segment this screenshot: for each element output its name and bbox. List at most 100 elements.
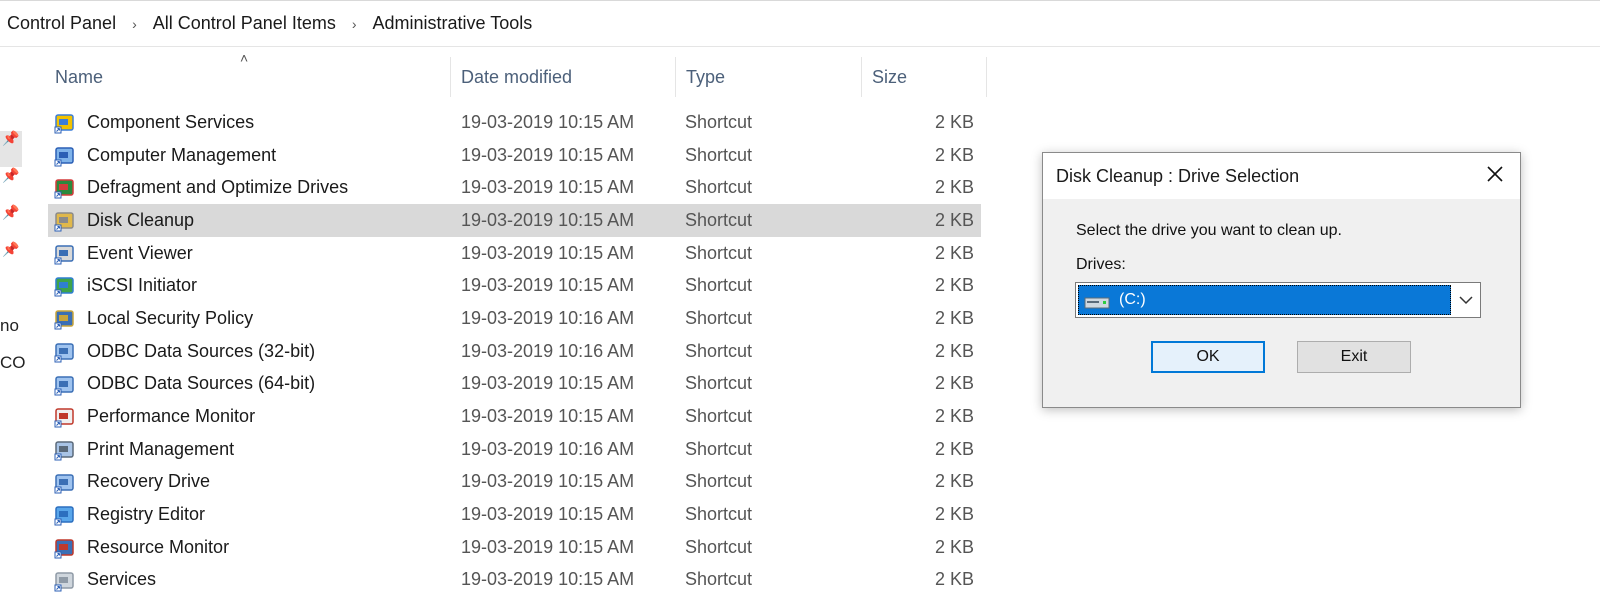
column-divider[interactable] [861,57,862,97]
file-type: Shortcut [685,536,753,557]
pin-icon[interactable]: 📌 [2,167,19,184]
file-list: Component Services 19-03-2019 10:15 AM Sho… [48,106,981,596]
chevron-right-icon[interactable]: › [122,16,147,32]
exit-button[interactable]: Exit [1297,341,1411,373]
column-header-name[interactable]: Name [55,57,450,97]
file-row[interactable]: Resource Monitor 19-03-2019 10:15 AM Short… [48,531,981,564]
selected-drive: (C:) [1119,291,1146,308]
file-type: Shortcut [685,438,753,459]
print-management-icon [54,441,74,461]
odbc-icon [54,375,74,395]
performance-monitor-icon [54,408,74,428]
file-date-modified: 19-03-2019 10:15 AM [461,569,635,590]
file-name: Component Services [87,111,255,132]
chevron-right-icon[interactable]: › [342,16,367,32]
file-row[interactable]: Services 19-03-2019 10:15 AM Shortcut 2 KB [48,564,981,597]
file-size: 2 KB [934,111,974,132]
file-date-modified: 19-03-2019 10:15 AM [461,536,635,557]
file-row[interactable]: ODBC Data Sources (64-bit) 19-03-2019 10:… [48,368,981,401]
file-row[interactable]: Component Services 19-03-2019 10:15 AM Sho… [48,106,981,139]
column-header-date[interactable]: Date modified [461,57,674,97]
column-divider[interactable] [986,57,987,97]
file-date-modified: 19-03-2019 10:16 AM [461,438,635,459]
file-size: 2 KB [934,406,974,427]
file-date-modified: 19-03-2019 10:15 AM [461,242,635,263]
file-row[interactable]: Performance Monitor 19-03-2019 10:15 AM Sh… [48,400,981,433]
file-name: Event Viewer [87,242,193,263]
breadcrumb-control-panel[interactable]: Control Panel [0,13,122,34]
file-name: Services [87,569,157,590]
file-name: Computer Management [87,144,277,165]
file-type: Shortcut [685,242,753,263]
file-row[interactable]: Registry Editor 19-03-2019 10:15 AM Shortc… [48,498,981,531]
file-date-modified: 19-03-2019 10:15 AM [461,111,635,132]
file-row[interactable]: ODBC Data Sources (32-bit) 19-03-2019 10:… [48,335,981,368]
dialog-title: Disk Cleanup : Drive Selection [1056,165,1300,186]
file-row[interactable]: Computer Management 19-03-2019 10:15 AM Sh… [48,139,981,172]
file-row[interactable]: Print Management 19-03-2019 10:16 AM Short… [48,433,981,466]
file-type: Shortcut [685,307,753,328]
nav-item-fragment[interactable]: CO [0,353,26,373]
column-header-size[interactable]: Size [872,57,985,97]
pin-icon[interactable]: 📌 [2,204,19,221]
computer-management-icon [54,146,74,167]
file-size: 2 KB [934,471,974,492]
iscsi-initiator-icon [54,277,74,297]
file-date-modified: 19-03-2019 10:16 AM [461,340,635,361]
file-row[interactable]: Recovery Drive 19-03-2019 10:15 AM Shortcu… [48,466,981,499]
file-size: 2 KB [934,275,974,296]
file-date-modified: 19-03-2019 10:15 AM [461,144,635,165]
odbc-icon [54,343,74,363]
pin-icon[interactable]: 📌 [2,130,19,147]
file-name: Disk Cleanup [87,209,195,230]
file-date-modified: 19-03-2019 10:15 AM [461,406,635,427]
file-type: Shortcut [685,144,753,165]
file-date-modified: 19-03-2019 10:15 AM [461,177,635,198]
file-row[interactable]: Event Viewer 19-03-2019 10:15 AM Shortcut 2… [48,237,981,270]
file-name: iSCSI Initiator [87,275,198,296]
file-name: Local Security Policy [87,307,254,328]
breadcrumb-all-items[interactable]: All Control Panel Items [147,13,342,34]
chevron-down-icon[interactable] [1458,292,1474,308]
file-row[interactable]: Defragment and Optimize Drives 19-03-2019… [48,171,981,204]
column-header-type[interactable]: Type [686,57,860,97]
file-name: Defragment and Optimize Drives [87,177,349,198]
nav-item-fragment[interactable]: no [0,316,19,336]
navigation-pane: 📌 📌 📌 📌 no CO [0,48,26,600]
drives-dropdown[interactable]: (C:) [1075,282,1481,318]
column-divider[interactable] [675,57,676,97]
disk-cleanup-icon [54,212,74,232]
file-name: ODBC Data Sources (32-bit) [87,340,316,361]
file-type: Shortcut [685,406,753,427]
file-name: ODBC Data Sources (64-bit) [87,373,316,394]
file-size: 2 KB [934,307,974,328]
file-size: 2 KB [934,144,974,165]
dialog-title-bar[interactable]: Disk Cleanup : Drive Selection [1043,153,1520,199]
file-size: 2 KB [934,373,974,394]
breadcrumb-administrative-tools[interactable]: Administrative Tools [367,13,539,34]
file-name: Print Management [87,438,235,459]
pin-icon[interactable]: 📌 [2,241,19,258]
file-date-modified: 19-03-2019 10:16 AM [461,307,635,328]
close-icon[interactable] [1482,161,1508,187]
file-size: 2 KB [934,438,974,459]
file-type: Shortcut [685,471,753,492]
ok-button[interactable]: OK [1151,341,1265,373]
component-services-icon [54,114,74,134]
file-name: Performance Monitor [87,406,256,427]
file-row[interactable]: Disk Cleanup 19-03-2019 10:15 AM Shortcut 2… [48,204,981,237]
breadcrumb: Control Panel › All Control Panel Items … [0,0,1600,47]
local-security-policy-icon [54,310,74,330]
drives-label: Drives: [1076,256,1126,273]
file-name: Registry Editor [87,504,206,525]
dialog-prompt: Select the drive you want to clean up. [1076,222,1342,239]
file-row[interactable]: iSCSI Initiator 19-03-2019 10:15 AM Shortc… [48,269,981,302]
file-row[interactable]: Local Security Policy 19-03-2019 10:16 AM… [48,302,981,335]
file-type: Shortcut [685,340,753,361]
file-type: Shortcut [685,209,753,230]
file-date-modified: 19-03-2019 10:15 AM [461,275,635,296]
file-date-modified: 19-03-2019 10:15 AM [461,373,635,394]
resource-monitor-icon [54,539,74,559]
column-divider[interactable] [450,57,451,97]
file-type: Shortcut [685,111,753,132]
